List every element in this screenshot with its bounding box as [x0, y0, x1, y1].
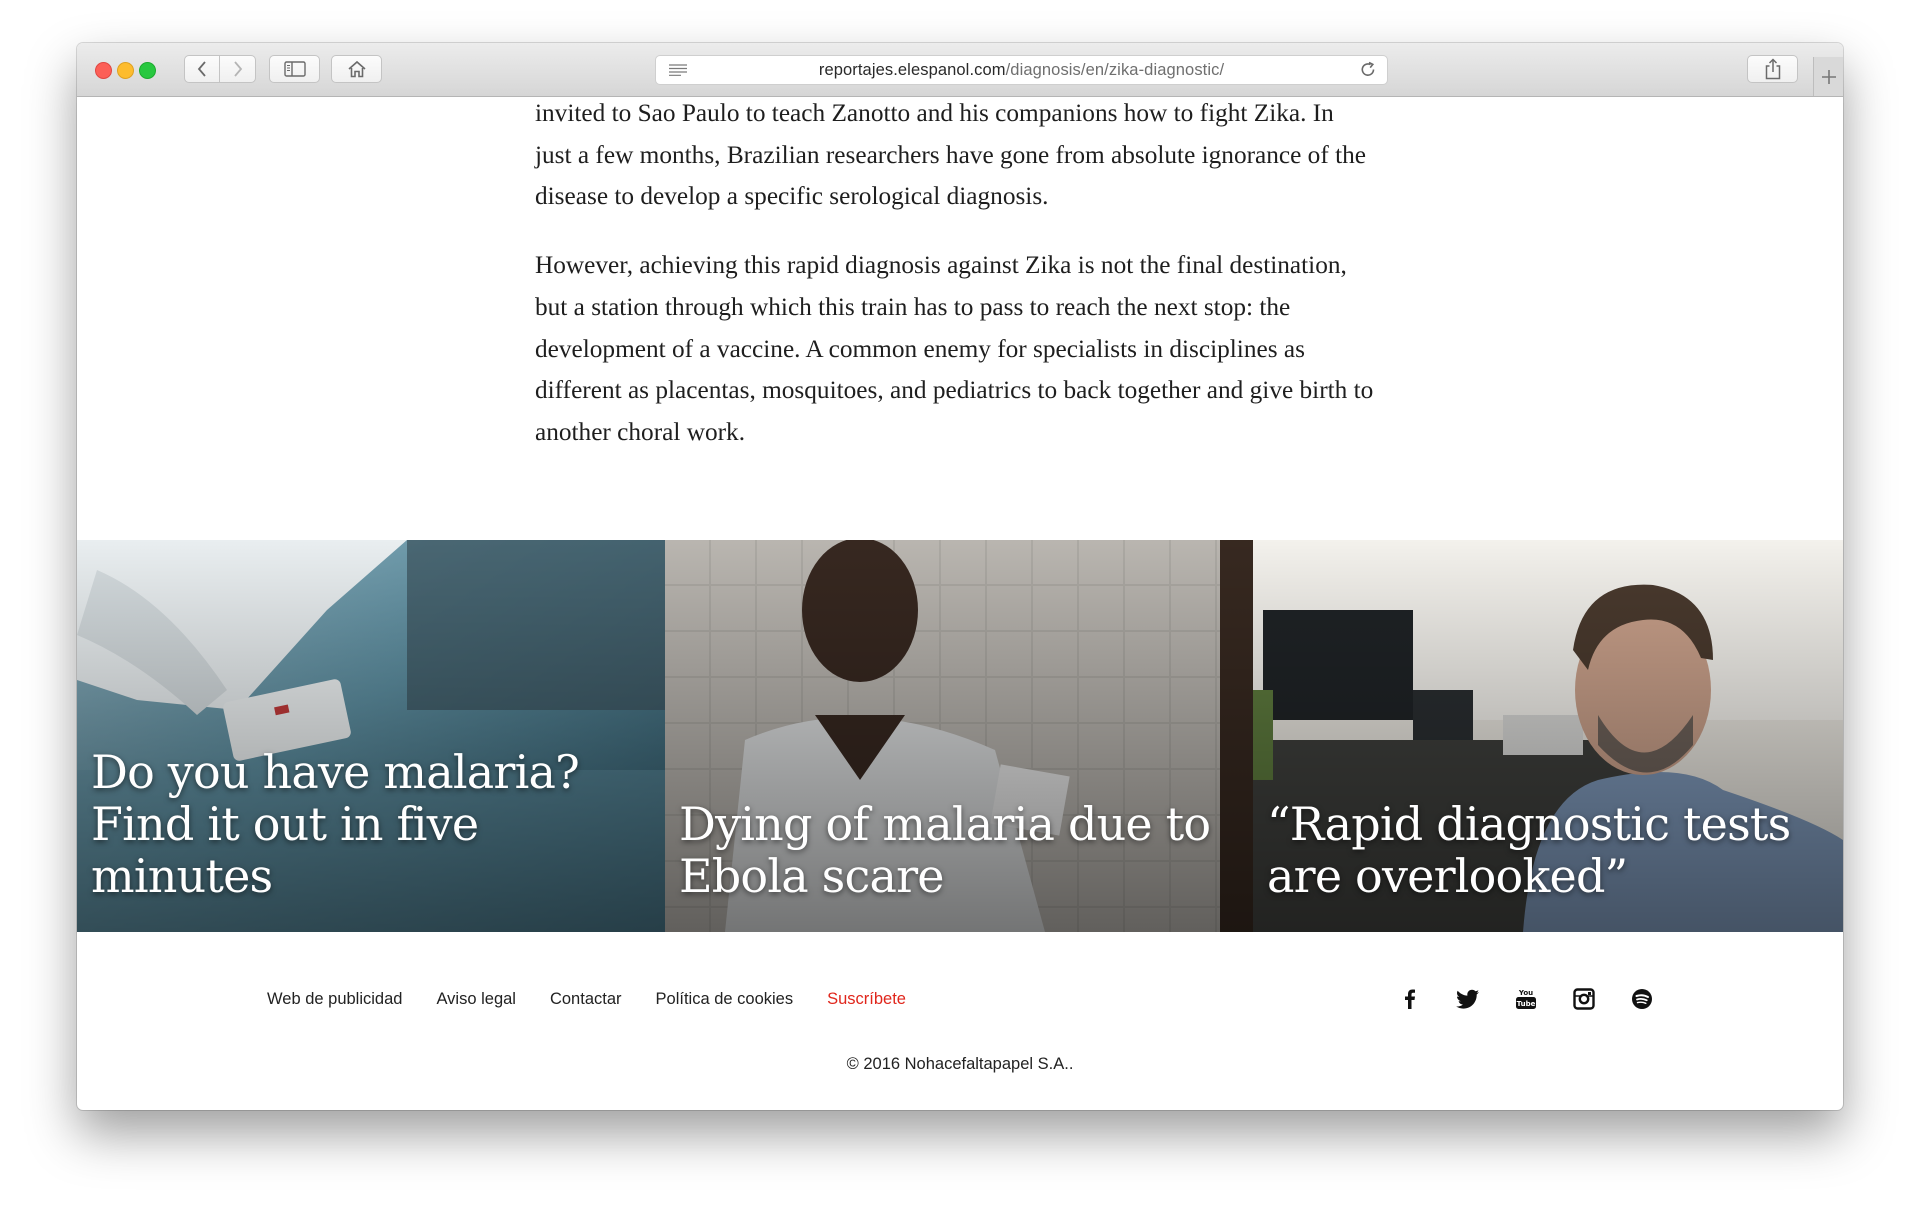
related-card-title: “Rapid diagnostic tests are overlooked” [1267, 797, 1791, 903]
related-card-malaria-test[interactable]: Do you have malaria? Find it out in five… [77, 540, 665, 932]
chevron-left-icon [197, 61, 206, 77]
forward-button[interactable] [220, 55, 256, 83]
spotify-icon[interactable] [1630, 987, 1654, 1011]
url-path: /diagnosis/en/zika-diagnostic/ [1005, 60, 1225, 79]
chevron-right-icon [233, 61, 242, 77]
plus-icon [1822, 69, 1836, 84]
reader-view-icon[interactable] [668, 64, 688, 76]
minimize-window-button[interactable] [117, 62, 134, 79]
facebook-icon[interactable] [1398, 987, 1422, 1011]
youtube-glyph-bottom: Tube [1517, 1000, 1536, 1008]
related-card-ebola[interactable]: Dying of malaria due to Ebola scare [665, 540, 1253, 932]
related-card-rapid-tests[interactable]: “Rapid diagnostic tests are overlooked” [1253, 540, 1843, 932]
sidebar-icon [283, 61, 306, 77]
zoom-window-button[interactable] [139, 62, 156, 79]
browser-toolbar: reportajes.elespanol.com/diagnosis/en/zi… [77, 43, 1843, 97]
browser-window: reportajes.elespanol.com/diagnosis/en/zi… [77, 43, 1843, 1110]
reload-icon[interactable] [1359, 61, 1377, 79]
footer-link-legal[interactable]: Aviso legal [436, 990, 516, 1009]
new-tab-button[interactable] [1813, 57, 1843, 96]
copyright-text: © 2016 Nohacefaltapapel S.A.. [846, 1055, 1074, 1073]
share-icon [1765, 58, 1780, 80]
youtube-icon[interactable]: You Tube [1514, 987, 1538, 1011]
home-icon [347, 60, 366, 78]
url-domain: reportajes.elespanol.com [818, 60, 1006, 79]
instagram-icon[interactable] [1572, 987, 1596, 1011]
footer-link-subscribe[interactable]: Suscríbete [827, 990, 906, 1009]
footer-link-contact[interactable]: Contactar [550, 990, 622, 1009]
share-button[interactable] [1747, 55, 1798, 83]
article-paragraph: invited to Sao Paulo to teach Zanotto an… [535, 99, 1366, 211]
related-card-title: Dying of malaria due to Ebola scare [679, 797, 1211, 903]
close-window-button[interactable] [95, 62, 112, 79]
related-stories: Do you have malaria? Find it out in five… [77, 540, 1843, 932]
twitter-icon[interactable] [1456, 987, 1480, 1011]
back-button[interactable] [184, 55, 220, 83]
youtube-glyph-top: You [1518, 989, 1533, 997]
footer-link-advertising[interactable]: Web de publicidad [267, 990, 402, 1009]
article-paragraph: However, achieving this rapid diagnosis … [535, 251, 1374, 446]
related-card-title: Do you have malaria? Find it out in five… [91, 745, 580, 903]
footer-links: Web de publicidad Aviso legal Contactar … [267, 990, 940, 1009]
address-bar[interactable]: reportajes.elespanol.com/diagnosis/en/zi… [655, 55, 1388, 85]
sidebar-toggle-button[interactable] [269, 55, 320, 83]
article-body: invited to Sao Paulo to teach Zanotto an… [535, 93, 1375, 481]
footer-link-cookies[interactable]: Política de cookies [656, 990, 794, 1009]
home-button[interactable] [331, 55, 382, 83]
